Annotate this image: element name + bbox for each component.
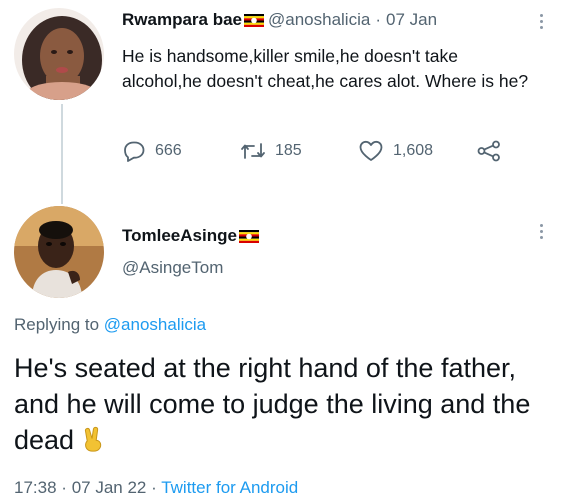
thread-connector-line	[61, 104, 63, 204]
separator-dot: ·	[375, 10, 381, 29]
separator-dot: ·	[61, 478, 67, 497]
tweet-footer: 17:38 · 07 Jan 22 · Twitter for Android	[14, 478, 298, 498]
reply-button[interactable]: 666	[122, 140, 182, 162]
like-button[interactable]: 1,608	[358, 140, 433, 162]
uganda-flag-icon	[238, 229, 259, 243]
tweet-actions: 666 185 1,608	[122, 140, 522, 168]
reply-text-container: He's seated at the right hand of the fat…	[14, 350, 544, 458]
victory-hand-icon	[82, 425, 104, 452]
replying-prefix: Replying to	[14, 315, 100, 334]
source-app-link[interactable]: Twitter for Android	[161, 478, 298, 497]
display-name[interactable]: Rwampara bae	[122, 10, 242, 30]
user-handle[interactable]: @anoshalicia	[268, 10, 370, 30]
like-count: 1,608	[393, 142, 434, 159]
tweet-time[interactable]: 17:38	[14, 478, 57, 497]
tweet-text: He is handsome,killer smile,he doesn't t…	[122, 46, 529, 91]
reply-icon	[122, 140, 146, 162]
user-handle[interactable]: @AsingeTom	[122, 258, 223, 278]
retweet-button[interactable]: 185	[240, 140, 302, 162]
replying-to-mention[interactable]: @anoshalicia	[104, 315, 206, 334]
tweet-date[interactable]: 07 Jan	[386, 10, 437, 30]
display-name[interactable]: TomleeAsinge	[122, 226, 237, 246]
reply-name-row: TomleeAsinge	[122, 226, 263, 246]
share-button[interactable]	[476, 140, 502, 162]
retweet-count: 185	[275, 142, 302, 159]
avatar[interactable]	[14, 8, 104, 100]
tweet-header: Rwampara bae @anoshalicia · 07 Jan	[122, 10, 437, 30]
retweet-icon	[240, 140, 266, 162]
more-options-icon[interactable]	[540, 14, 546, 29]
reply-handle-row: @AsingeTom	[122, 258, 223, 278]
separator-dot: ·	[151, 478, 157, 497]
uganda-flag-icon	[244, 13, 264, 27]
share-icon	[476, 140, 502, 162]
tweet-full-date[interactable]: 07 Jan 22	[72, 478, 147, 497]
heart-icon	[358, 140, 384, 162]
reply-count: 666	[155, 142, 182, 159]
replying-to: Replying to @anoshalicia	[14, 315, 206, 335]
more-options-icon[interactable]	[540, 224, 546, 239]
avatar[interactable]	[14, 206, 104, 298]
